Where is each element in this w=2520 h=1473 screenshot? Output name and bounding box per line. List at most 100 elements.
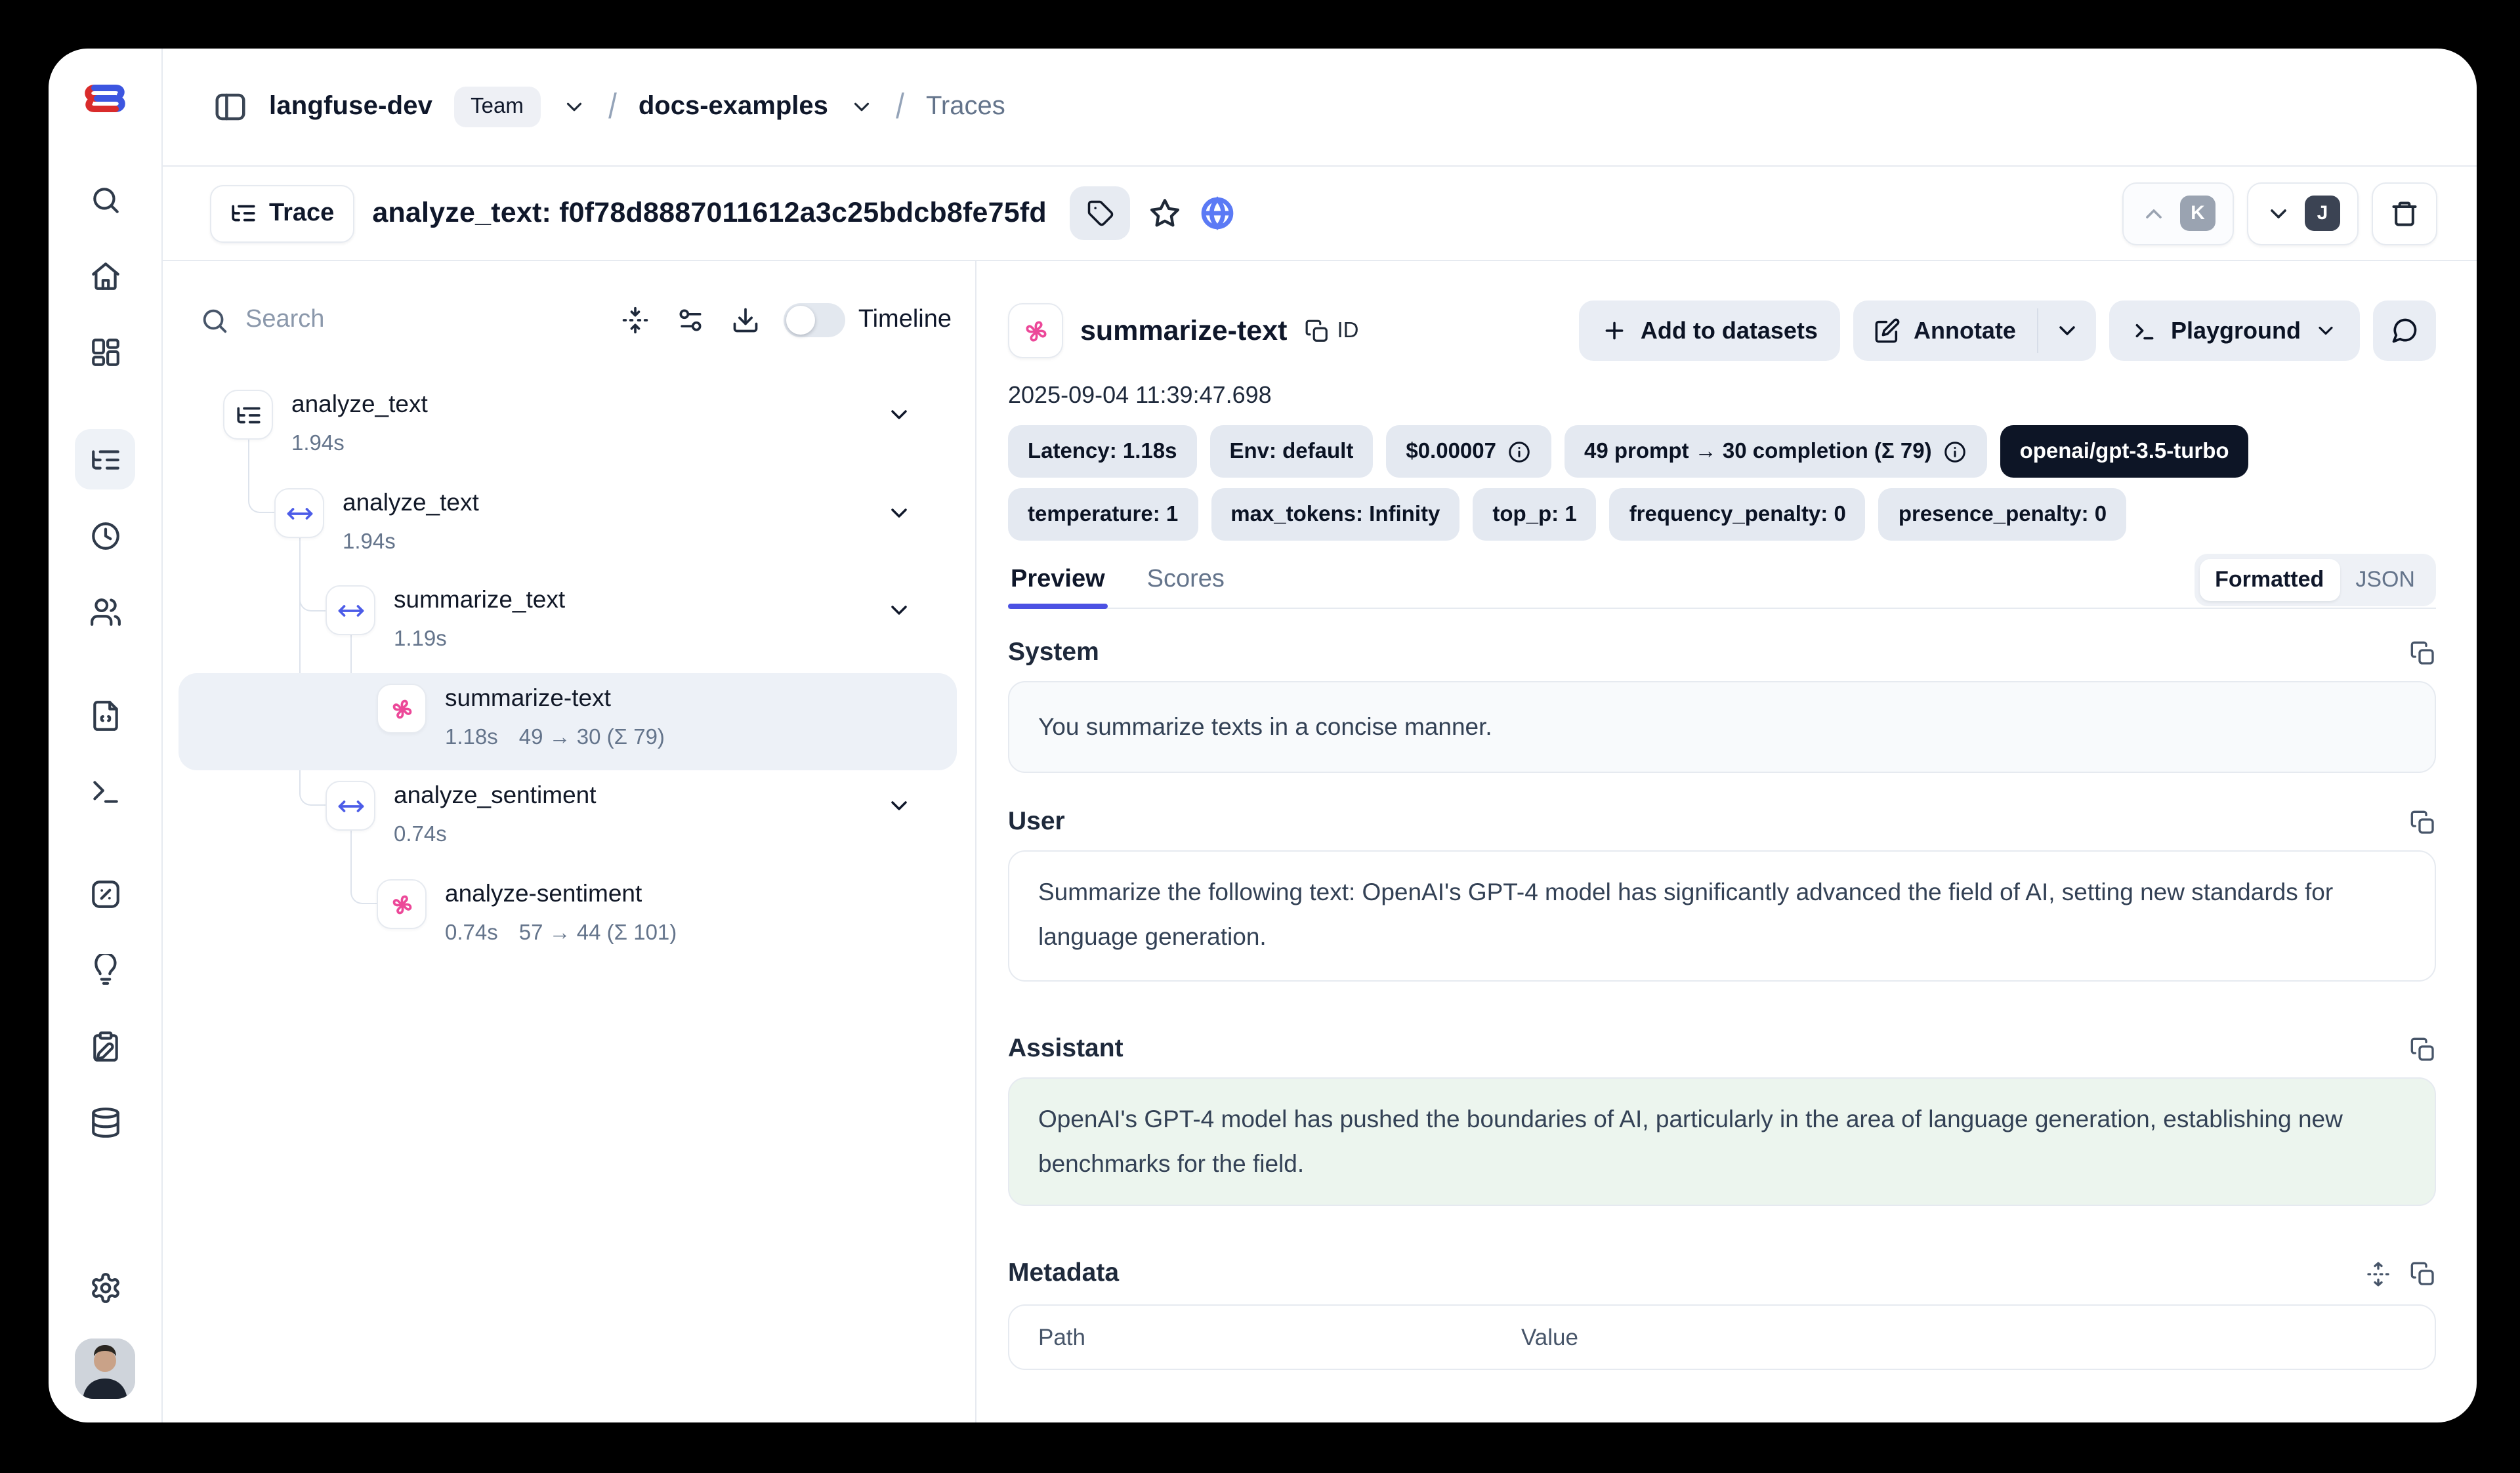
- copy-id-button[interactable]: ID: [1304, 318, 1358, 343]
- sessions-clock-icon[interactable]: [75, 505, 135, 566]
- chevron-down-icon[interactable]: [886, 500, 912, 526]
- download-icon[interactable]: [718, 293, 773, 348]
- annotate-button[interactable]: Annotate: [1853, 301, 2037, 361]
- detail-tabs: Preview Scores Formatted JSON: [1008, 551, 2436, 609]
- add-to-datasets-button[interactable]: Add to datasets: [1579, 301, 1840, 361]
- users-icon[interactable]: [75, 581, 135, 642]
- param-badge: temperature: 1: [1008, 488, 1198, 541]
- copy-icon: [1304, 318, 1329, 343]
- settings-gear-icon[interactable]: [75, 1257, 135, 1317]
- project-name[interactable]: docs-examples: [639, 92, 828, 122]
- tab-preview[interactable]: Preview: [1008, 551, 1108, 608]
- home-icon[interactable]: [75, 245, 135, 306]
- tree-row-generation-selected[interactable]: summarize-text 1.18s49 → 30 (Σ 79): [178, 673, 957, 770]
- breadcrumb-section[interactable]: Traces: [926, 92, 1005, 122]
- prev-trace-button[interactable]: K: [2122, 182, 2234, 245]
- terminal-icon: [2132, 318, 2158, 344]
- timeline-label: Timeline: [858, 306, 952, 335]
- search-icon[interactable]: [75, 169, 135, 230]
- tag-icon: [1087, 199, 1114, 227]
- tree-row-span[interactable]: analyze_sentiment 0.74s: [178, 770, 957, 867]
- shortcut-key-j: J: [2305, 196, 2340, 231]
- tree-search[interactable]: [200, 305, 608, 335]
- view-format-toggle[interactable]: Formatted JSON: [2194, 553, 2436, 606]
- section-title: System: [1008, 638, 1099, 668]
- evaluation-percent-icon[interactable]: [75, 863, 135, 924]
- node-metrics: 0.74s57 → 44 (Σ 101): [445, 921, 677, 946]
- timeline-toggle[interactable]: [784, 303, 845, 337]
- stage: langfuse-dev Team / docs-examples / Trac…: [0, 0, 2520, 1473]
- lightbulb-icon[interactable]: [75, 940, 135, 1000]
- comments-button[interactable]: [2373, 301, 2436, 361]
- org-chevron-down-icon[interactable]: [562, 94, 587, 119]
- tree-row-trace[interactable]: analyze_text 1.94s: [178, 379, 957, 476]
- tree-settings-icon[interactable]: [663, 293, 718, 348]
- metadata-section-header: Metadata: [1008, 1258, 2436, 1289]
- project-chevron-down-icon[interactable]: [849, 94, 874, 119]
- playground-terminal-icon[interactable]: [75, 761, 135, 821]
- annotation-clipboard-pen-icon[interactable]: [75, 1016, 135, 1076]
- section-title: Assistant: [1008, 1034, 1124, 1064]
- chevron-down-icon[interactable]: [886, 402, 912, 428]
- env-badge: Env: default: [1209, 425, 1373, 478]
- trace-header-bar: Trace analyze_text: f0f78d8887011612a3c2…: [163, 167, 2477, 261]
- node-duration: 1.19s: [394, 627, 447, 652]
- chevron-down-icon[interactable]: [886, 793, 912, 819]
- tree-row-span[interactable]: summarize_text 1.19s: [178, 575, 957, 672]
- trace-type-pill[interactable]: Trace: [210, 184, 354, 242]
- breadcrumb-separator: /: [896, 87, 904, 127]
- search-icon: [200, 305, 230, 335]
- tab-scores[interactable]: Scores: [1144, 551, 1227, 608]
- pen-square-icon: [1874, 318, 1900, 344]
- icon-rail: [49, 49, 163, 1422]
- copy-icon[interactable]: [2410, 640, 2436, 666]
- shortcut-key-k: K: [2180, 196, 2216, 231]
- star-bookmark-button[interactable]: [1149, 197, 1182, 230]
- model-badge[interactable]: openai/gpt-3.5-turbo: [2000, 425, 2249, 478]
- chevron-down-icon: [2265, 200, 2292, 226]
- copy-icon[interactable]: [2410, 1260, 2436, 1287]
- cost-badge[interactable]: $0.00007: [1386, 425, 1551, 478]
- json-option[interactable]: JSON: [2340, 558, 2431, 600]
- generation-pinwheel-icon: [377, 879, 427, 929]
- breadcrumb-separator: /: [608, 87, 617, 127]
- star-icon: [1149, 197, 1182, 230]
- langfuse-logo-icon: [79, 77, 131, 119]
- public-share-button[interactable]: [1200, 196, 1236, 231]
- copy-icon[interactable]: [2410, 809, 2436, 835]
- expand-rows-icon[interactable]: [2365, 1260, 2391, 1287]
- top-navbar: langfuse-dev Team / docs-examples / Trac…: [163, 49, 2477, 167]
- tracing-icon[interactable]: [75, 429, 135, 489]
- dashboards-icon[interactable]: [75, 322, 135, 382]
- sidebar-toggle-icon[interactable]: [213, 89, 248, 125]
- formatted-option[interactable]: Formatted: [2199, 558, 2340, 600]
- user-section-header: User: [1008, 807, 2436, 837]
- info-icon: [1507, 439, 1532, 464]
- tree-row-span[interactable]: analyze_text 1.94s: [178, 478, 957, 575]
- collapse-all-icon[interactable]: [608, 293, 663, 348]
- prompts-file-icon[interactable]: [75, 685, 135, 745]
- assistant-message-box: OpenAI's GPT-4 model has pushed the boun…: [1008, 1077, 2436, 1206]
- chevron-up-icon: [2141, 200, 2167, 226]
- org-name[interactable]: langfuse-dev: [269, 92, 432, 122]
- delete-trace-button[interactable]: [2372, 182, 2437, 245]
- trace-type-label: Trace: [269, 199, 334, 228]
- tree-toolbar: Timeline: [163, 261, 975, 379]
- next-trace-button[interactable]: J: [2247, 182, 2359, 245]
- search-input[interactable]: [245, 306, 442, 335]
- annotate-dropdown-button[interactable]: [2038, 301, 2096, 361]
- datasets-database-icon[interactable]: [75, 1092, 135, 1152]
- copy-icon[interactable]: [2410, 1036, 2436, 1062]
- node-label: analyze-sentiment: [445, 879, 642, 908]
- avatar[interactable]: [75, 1338, 135, 1399]
- tree-row-generation[interactable]: analyze-sentiment 0.74s57 → 44 (Σ 101): [178, 869, 957, 966]
- chevron-down-icon: [2314, 319, 2338, 342]
- chevron-down-icon[interactable]: [886, 597, 912, 623]
- globe-icon: [1200, 196, 1236, 231]
- trace-tree-panel: Timeline analyze_text 1.94s analyze_text…: [163, 261, 976, 1422]
- user-message-box: Summarize the following text: OpenAI's G…: [1008, 850, 2436, 982]
- tokens-badge[interactable]: 49 prompt → 30 completion (Σ 79): [1564, 425, 1987, 478]
- tag-button[interactable]: [1070, 186, 1131, 240]
- span-arrows-icon: [326, 585, 375, 635]
- playground-button[interactable]: Playground: [2109, 301, 2360, 361]
